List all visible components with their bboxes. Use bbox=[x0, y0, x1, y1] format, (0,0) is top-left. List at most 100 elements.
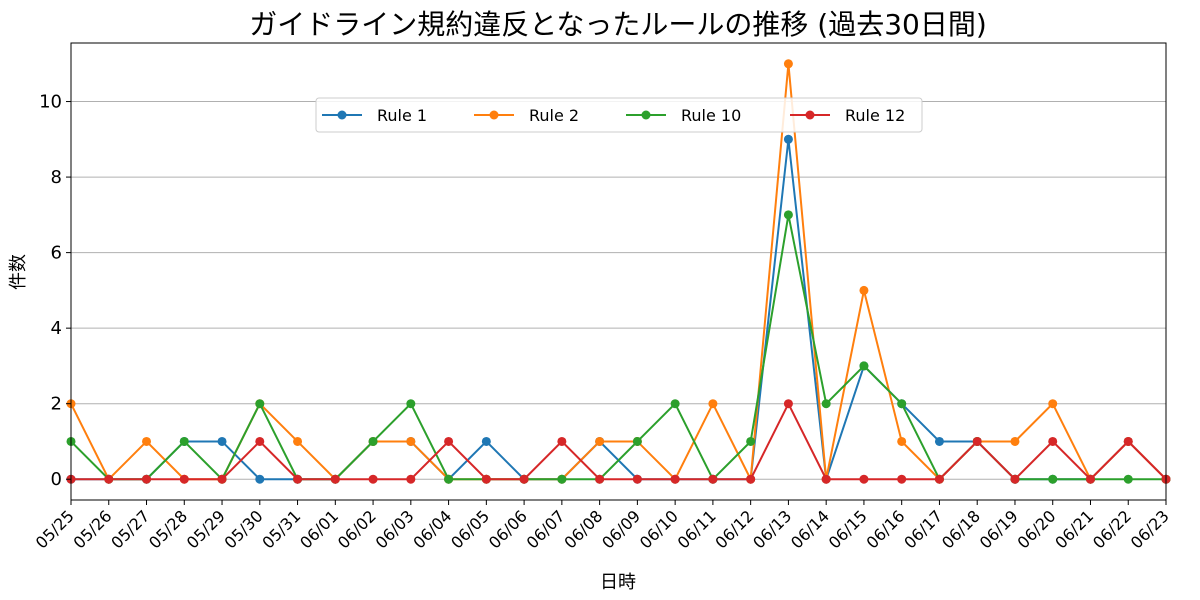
data-point bbox=[897, 436, 907, 446]
data-point bbox=[179, 436, 189, 446]
data-point bbox=[670, 399, 680, 409]
x-tick-label: 06/06 bbox=[485, 506, 531, 552]
x-tick-label: 06/11 bbox=[674, 506, 720, 552]
x-tick-label: 05/26 bbox=[70, 506, 116, 552]
series-rule-1 bbox=[66, 134, 1171, 484]
data-point bbox=[1010, 436, 1020, 446]
legend-marker bbox=[805, 110, 815, 120]
data-point bbox=[746, 436, 756, 446]
y-tick-label: 4 bbox=[51, 318, 62, 339]
x-tick-label: 06/03 bbox=[372, 506, 418, 552]
x-tick-label: 06/01 bbox=[296, 506, 342, 552]
data-point bbox=[293, 436, 303, 446]
data-point bbox=[1123, 474, 1133, 484]
data-point bbox=[1085, 474, 1095, 484]
x-tick-label: 06/14 bbox=[787, 506, 833, 552]
x-tick-label: 06/02 bbox=[334, 506, 380, 552]
data-point bbox=[783, 59, 793, 69]
data-point bbox=[368, 474, 378, 484]
data-point bbox=[217, 474, 227, 484]
data-point bbox=[217, 436, 227, 446]
data-point bbox=[897, 399, 907, 409]
line-chart: ガイドライン規約違反となったルールの推移 (過去30日間) 0 2 4 6 8 10 05… bbox=[8, 8, 1173, 593]
data-point bbox=[142, 436, 152, 446]
x-tick-label: 06/20 bbox=[1014, 506, 1060, 552]
data-point bbox=[1048, 399, 1058, 409]
x-tick-label: 06/23 bbox=[1127, 506, 1173, 552]
legend-label: Rule 1 bbox=[377, 106, 427, 125]
x-axis-label: 日時 bbox=[600, 572, 636, 593]
x-tick-label: 06/17 bbox=[900, 506, 946, 552]
data-point bbox=[481, 474, 491, 484]
data-point bbox=[897, 474, 907, 484]
data-point bbox=[557, 436, 567, 446]
data-point bbox=[972, 436, 982, 446]
data-point bbox=[368, 436, 378, 446]
data-point bbox=[142, 474, 152, 484]
data-point bbox=[934, 474, 944, 484]
x-tick-label: 06/04 bbox=[409, 506, 455, 552]
data-point bbox=[632, 474, 642, 484]
x-tick-label: 06/07 bbox=[523, 506, 569, 552]
series-line bbox=[70, 214, 1166, 481]
data-point bbox=[255, 399, 265, 409]
data-point bbox=[595, 474, 605, 484]
y-tick-label: 6 bbox=[51, 243, 62, 264]
x-tick-label: 06/09 bbox=[598, 506, 644, 552]
data-point bbox=[859, 361, 869, 371]
data-point bbox=[632, 436, 642, 446]
legend-marker bbox=[337, 110, 347, 120]
legend-marker bbox=[489, 110, 499, 120]
x-tick-label: 06/05 bbox=[447, 506, 493, 552]
chart-title: ガイドライン規約違反となったルールの推移 (過去30日間) bbox=[249, 8, 987, 41]
y-tick-label: 2 bbox=[51, 394, 62, 415]
data-point bbox=[406, 474, 416, 484]
data-point bbox=[444, 474, 454, 484]
grid-lines bbox=[71, 101, 1166, 480]
data-point bbox=[293, 474, 303, 484]
data-point bbox=[708, 399, 718, 409]
data-point bbox=[519, 474, 529, 484]
data-point bbox=[783, 134, 793, 144]
x-tick-label: 06/19 bbox=[976, 506, 1022, 552]
legend-label: Rule 2 bbox=[529, 106, 579, 125]
x-tick-label: 05/27 bbox=[107, 506, 153, 552]
x-tick-label: 05/30 bbox=[221, 506, 267, 552]
data-point bbox=[1048, 474, 1058, 484]
data-point bbox=[481, 436, 491, 446]
x-tick-label: 06/18 bbox=[938, 506, 984, 552]
data-point bbox=[1123, 436, 1133, 446]
data-point bbox=[406, 436, 416, 446]
data-point bbox=[783, 399, 793, 409]
data-point bbox=[557, 474, 567, 484]
x-tick-label: 06/10 bbox=[636, 506, 682, 552]
data-point bbox=[859, 285, 869, 295]
y-axis: 0 2 4 6 8 10 bbox=[39, 92, 71, 490]
legend-label: Rule 12 bbox=[845, 106, 905, 125]
x-tick-label: 05/28 bbox=[145, 506, 191, 552]
x-tick-label: 05/25 bbox=[32, 506, 78, 552]
x-tick-label: 06/15 bbox=[825, 506, 871, 552]
data-point bbox=[1010, 474, 1020, 484]
data-point bbox=[859, 474, 869, 484]
x-axis: 05/2505/2605/2705/2805/2905/3005/3106/01… bbox=[32, 500, 1173, 552]
data-point bbox=[708, 474, 718, 484]
data-point bbox=[406, 399, 416, 409]
y-tick-label: 8 bbox=[51, 167, 62, 188]
y-tick-label: 0 bbox=[51, 469, 62, 490]
x-tick-label: 06/12 bbox=[711, 506, 757, 552]
x-tick-label: 06/21 bbox=[1051, 506, 1097, 552]
data-point bbox=[934, 436, 944, 446]
data-point bbox=[255, 436, 265, 446]
data-point bbox=[444, 436, 454, 446]
data-point bbox=[104, 474, 114, 484]
x-tick-label: 05/31 bbox=[258, 506, 304, 552]
x-tick-label: 06/08 bbox=[560, 506, 606, 552]
data-point bbox=[670, 474, 680, 484]
y-axis-label: 件数 bbox=[8, 254, 29, 290]
x-tick-label: 06/16 bbox=[862, 506, 908, 552]
legend: Rule 1 Rule 2 Rule 10 Rule 12 bbox=[315, 97, 923, 133]
data-point bbox=[746, 474, 756, 484]
y-tick-label: 10 bbox=[39, 92, 62, 113]
series-line bbox=[71, 139, 1167, 481]
